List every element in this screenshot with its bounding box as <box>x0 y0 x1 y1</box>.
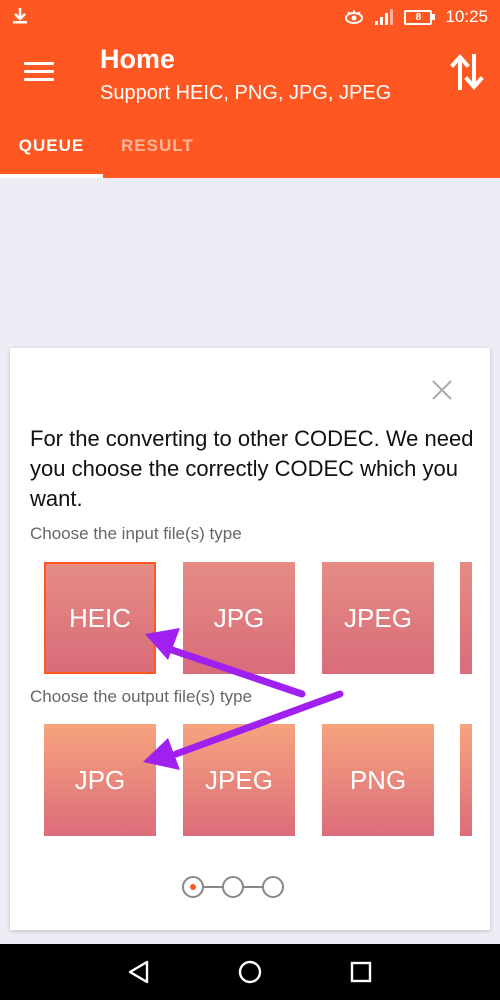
system-nav-bar <box>0 944 500 1000</box>
dialog-message: For the converting to other CODEC. We ne… <box>30 426 474 511</box>
battery-level: 8 <box>404 9 433 25</box>
back-triangle-icon[interactable] <box>125 958 153 986</box>
page-indicator <box>182 875 284 899</box>
download-icon <box>13 8 27 24</box>
output-type-row: JPG JPEG PNG <box>44 724 490 836</box>
output-type-next[interactable] <box>460 724 472 836</box>
input-type-row: HEIC JPG JPEG <box>44 562 490 674</box>
page-dot-1[interactable] <box>182 876 204 898</box>
tab-result[interactable]: RESULT <box>121 128 194 178</box>
home-circle-icon[interactable] <box>236 958 264 986</box>
page-dot-2[interactable] <box>222 876 244 898</box>
tab-queue[interactable]: QUEUE <box>0 128 103 178</box>
page-title: Home <box>100 44 176 74</box>
input-type-heic[interactable]: HEIC <box>44 562 156 674</box>
app-bar: Home Support HEIC, PNG, JPG, JPEG QUEUE … <box>0 36 500 178</box>
swap-vertical-icon[interactable] <box>450 52 484 92</box>
eye-icon <box>345 10 364 24</box>
signal-icon <box>375 9 394 25</box>
recents-square-icon[interactable] <box>347 958 375 986</box>
close-icon[interactable] <box>430 378 454 402</box>
output-type-jpeg[interactable]: JPEG <box>183 724 295 836</box>
tab-indicator <box>0 174 103 178</box>
codec-dialog: For the converting to other CODEC. We ne… <box>10 348 490 930</box>
tab-queue-label: QUEUE <box>18 136 85 155</box>
hamburger-menu-icon[interactable] <box>24 62 54 86</box>
tab-result-label: RESULT <box>121 136 194 155</box>
status-bar: 8 10:25 <box>0 0 500 36</box>
status-time: 10:25 <box>445 7 488 26</box>
output-type-jpg[interactable]: JPG <box>44 724 156 836</box>
page-subtitle: Support HEIC, PNG, JPG, JPEG <box>100 82 392 104</box>
output-type-label: Choose the output file(s) type <box>30 687 253 706</box>
input-type-label: Choose the input file(s) type <box>30 524 242 543</box>
input-type-jpg[interactable]: JPG <box>183 562 295 674</box>
input-type-next[interactable] <box>460 562 472 674</box>
tab-bar: QUEUE RESULT <box>0 128 500 178</box>
input-type-jpeg[interactable]: JPEG <box>322 562 434 674</box>
page-dot-3[interactable] <box>262 876 284 898</box>
output-type-png[interactable]: PNG <box>322 724 434 836</box>
battery-icon: 8 <box>404 9 436 25</box>
